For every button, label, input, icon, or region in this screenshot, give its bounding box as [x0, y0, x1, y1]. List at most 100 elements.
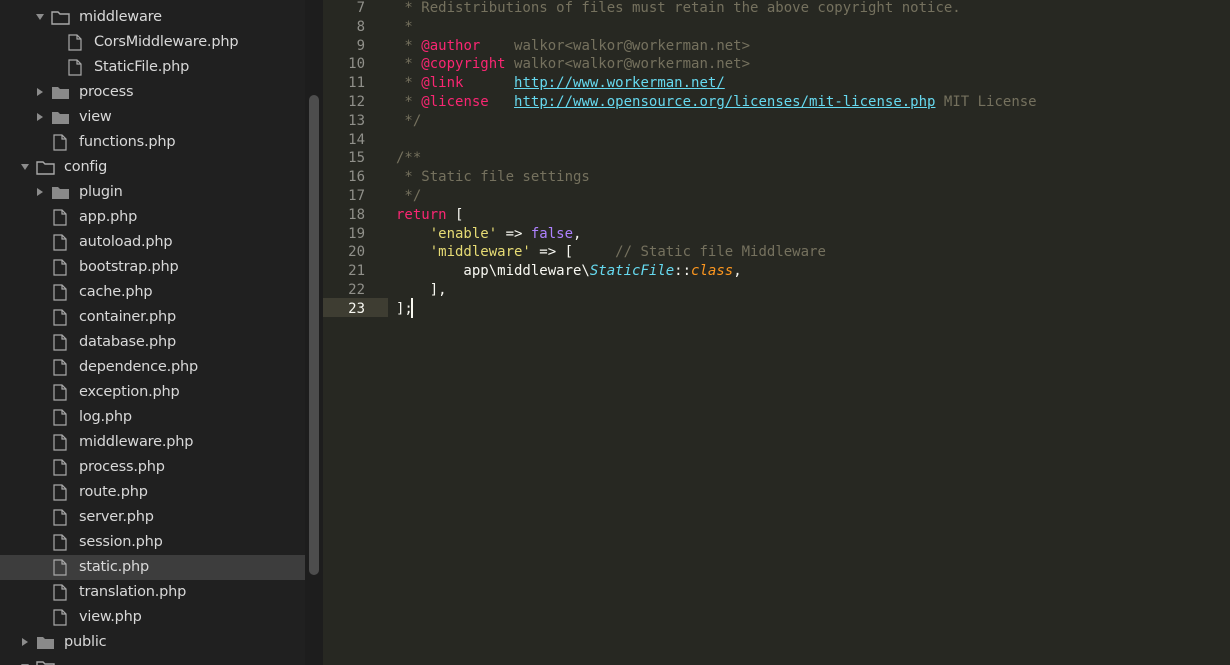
- tree-folder-row[interactable]: process: [0, 80, 305, 105]
- file-icon: [53, 534, 67, 551]
- code-token: *: [396, 75, 422, 92]
- tree-file-row[interactable]: static.php: [0, 555, 305, 580]
- code-token: ],: [396, 282, 447, 298]
- tree-folder-row[interactable]: middleware: [0, 5, 305, 30]
- tree-folder-row[interactable]: view: [0, 105, 305, 130]
- chevron-down-icon[interactable]: [20, 162, 30, 172]
- file-icon: [53, 134, 67, 151]
- code-token: =>: [497, 225, 531, 242]
- tree-item-label: database.php: [79, 334, 177, 350]
- code-editor[interactable]: * Redistributions of files must retain t…: [396, 0, 1230, 665]
- tree-file-row[interactable]: autoload.php: [0, 230, 305, 255]
- tree-item-label: route.php: [79, 484, 148, 500]
- code-line[interactable]: * @link http://www.workerman.net/: [396, 74, 725, 93]
- file-icon: [53, 459, 67, 476]
- tree-folder-row[interactable]: config: [0, 155, 305, 180]
- tree-item-label: plugin: [79, 184, 123, 200]
- tree-folder-row[interactable]: public: [0, 630, 305, 655]
- code-token: *: [396, 94, 422, 110]
- tree-file-row[interactable]: log.php: [0, 405, 305, 430]
- code-token: // Static file Middleware: [615, 244, 826, 261]
- code-line[interactable]: *: [396, 18, 412, 37]
- file-icon: [53, 509, 67, 526]
- code-line[interactable]: /**: [396, 149, 421, 168]
- code-token: walkor<walkor@workerman.net>: [505, 56, 751, 73]
- file-icon: [53, 409, 67, 426]
- tree-file-row[interactable]: dependence.php: [0, 355, 305, 380]
- tree-file-row[interactable]: app.php: [0, 205, 305, 230]
- sidebar-scrollbar-thumb[interactable]: [309, 95, 319, 575]
- tree-file-row[interactable]: CorsMiddleware.php: [0, 30, 305, 55]
- folder-icon: [52, 187, 69, 199]
- tree-file-row[interactable]: container.php: [0, 305, 305, 330]
- code-line[interactable]: * @license http://www.opensource.org/lic…: [396, 93, 1036, 112]
- tree-item-label: dependence.php: [79, 359, 199, 375]
- code-line[interactable]: * @copyright walkor<walkor@workerman.net…: [396, 55, 750, 74]
- line-number: 8: [356, 18, 365, 35]
- tree-item-label: view.php: [79, 609, 142, 625]
- tree-file-row[interactable]: session.php: [0, 530, 305, 555]
- code-line[interactable]: * @author walkor<walkor@workerman.net>: [396, 37, 750, 56]
- code-line[interactable]: 'enable' => false,: [396, 225, 582, 244]
- tree-file-row[interactable]: view.php: [0, 605, 305, 630]
- tree-item-label: middleware: [79, 9, 162, 25]
- code-token: => [: [530, 244, 616, 261]
- code-line[interactable]: ],: [396, 281, 447, 300]
- file-icon: [53, 234, 67, 251]
- tree-file-row[interactable]: cache.php: [0, 280, 305, 305]
- code-link[interactable]: http://www.opensource.org/licenses/mit-l…: [514, 94, 935, 110]
- tree-file-row[interactable]: database.php: [0, 330, 305, 355]
- tree-item-label: process: [79, 84, 134, 100]
- tree-file-row[interactable]: functions.php: [0, 130, 305, 155]
- tree-item-label: process.php: [79, 459, 165, 475]
- tree-item-label: view: [79, 109, 112, 125]
- code-line[interactable]: 'middleware' => [ // Static file Middlew…: [396, 243, 826, 262]
- line-number: 16: [348, 169, 365, 186]
- code-link[interactable]: http://www.workerman.net/: [514, 75, 725, 91]
- chevron-down-icon[interactable]: [35, 12, 45, 22]
- folder-open-icon: [36, 161, 55, 175]
- chevron-right-icon[interactable]: [35, 187, 45, 197]
- code-line[interactable]: */: [396, 112, 421, 131]
- code-line[interactable]: return [: [396, 206, 463, 225]
- code-line[interactable]: */: [396, 187, 421, 206]
- line-number: 9: [356, 37, 365, 54]
- line-number: 14: [348, 131, 365, 148]
- sidebar-scrollbar[interactable]: [305, 0, 323, 665]
- code-token: walkor<walkor@workerman.net>: [480, 37, 751, 54]
- code-line[interactable]: * Redistributions of files must retain t…: [396, 0, 961, 18]
- chevron-right-icon[interactable]: [35, 112, 45, 122]
- tree-file-row[interactable]: exception.php: [0, 380, 305, 405]
- tree-folder-row[interactable]: plugin: [0, 180, 305, 205]
- file-icon: [53, 284, 67, 301]
- tree-file-row[interactable]: server.php: [0, 505, 305, 530]
- code-token: * Static file settings: [396, 169, 590, 186]
- code-token: false: [530, 225, 574, 242]
- file-icon: [53, 559, 67, 576]
- code-line[interactable]: app\middleware\StaticFile::class,: [396, 262, 742, 281]
- code-token: * Redistributions of files must retain t…: [396, 0, 961, 16]
- tree-file-row[interactable]: StaticFile.php: [0, 55, 305, 80]
- tree-file-row[interactable]: route.php: [0, 480, 305, 505]
- tree-file-row[interactable]: middleware.php: [0, 430, 305, 455]
- chevron-right-icon[interactable]: [20, 637, 30, 647]
- tree-file-row[interactable]: bootstrap.php: [0, 255, 305, 280]
- file-icon: [53, 609, 67, 626]
- file-icon: [53, 359, 67, 376]
- tree-folder-row[interactable]: [0, 655, 305, 665]
- code-token: ::: [674, 263, 692, 280]
- folder-icon: [37, 637, 54, 649]
- line-number: 11: [348, 75, 365, 92]
- tree-item-label: middleware.php: [79, 434, 194, 450]
- code-token: /**: [396, 150, 422, 167]
- folder-open-icon: [36, 661, 55, 665]
- tree-item-label: public: [64, 634, 107, 650]
- code-line[interactable]: * Static file settings: [396, 168, 590, 187]
- tree-file-row[interactable]: translation.php: [0, 580, 305, 605]
- code-token: ,: [733, 263, 742, 280]
- tree-file-row[interactable]: process.php: [0, 455, 305, 480]
- chevron-right-icon[interactable]: [35, 87, 45, 97]
- code-token: *: [396, 37, 422, 54]
